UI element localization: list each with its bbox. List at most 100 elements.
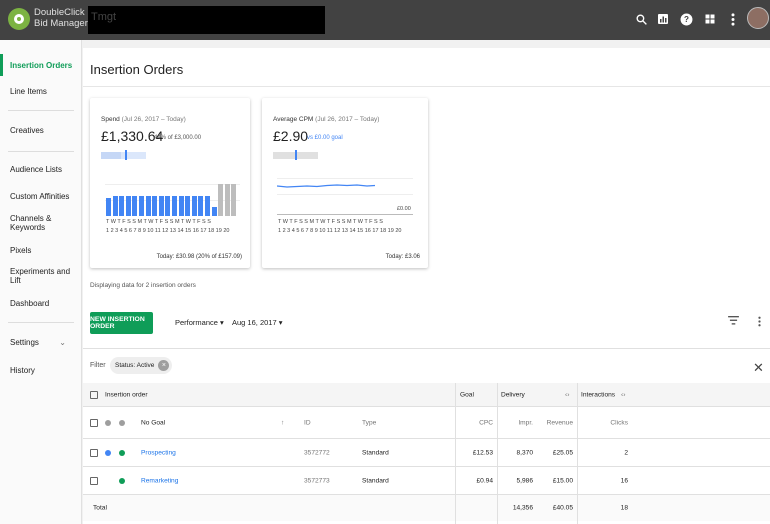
select-all-checkbox[interactable] — [90, 390, 98, 399]
help-icon[interactable]: ? — [677, 10, 695, 28]
search-icon[interactable] — [632, 10, 650, 28]
main-content: Insertion Orders Spend (Jul 26, 2017 – T… — [83, 48, 770, 524]
more-vert-icon[interactable] — [758, 316, 761, 330]
app-logo-icon[interactable] — [8, 8, 30, 30]
apps-icon[interactable] — [701, 10, 719, 28]
table-total-row: Total 14,356 £40.05 18 — [83, 495, 770, 521]
chart-grid-line — [277, 178, 413, 179]
table-group-header: Insertion order Goal Delivery ‹› Interac… — [83, 383, 770, 407]
sidebar-item-pixels[interactable]: Pixels — [0, 239, 82, 261]
column-name[interactable]: No Goal — [141, 419, 165, 426]
spend-bar — [178, 196, 184, 216]
cpm-trend-line — [277, 184, 376, 188]
column-separator — [455, 383, 456, 524]
spend-today: Today: £30.98 (20% of £157.09) — [156, 254, 242, 260]
table-row[interactable]: Prospecting 3572772 Standard £12.53 8,37… — [83, 439, 770, 467]
close-icon[interactable]: × — [158, 360, 170, 371]
avatar[interactable] — [747, 7, 769, 29]
sidebar-item-custom-affinities[interactable]: Custom Affinities — [0, 185, 82, 207]
sidebar-item-history[interactable]: History — [0, 359, 82, 381]
expand-interactions-icon[interactable]: ‹› — [621, 391, 625, 398]
dropdown-arrow-icon: ▾ — [220, 318, 224, 327]
sidebar-item-insertion-orders[interactable]: Insertion Orders — [0, 54, 82, 76]
more-vert-icon[interactable] — [724, 10, 742, 28]
date-select[interactable]: Aug 16, 2017 ▾ — [232, 318, 282, 327]
expand-delivery-icon[interactable]: ‹› — [565, 391, 569, 398]
spend-bar — [191, 196, 197, 216]
spend-bar — [198, 196, 204, 216]
spend-bar — [139, 196, 144, 216]
chart-baseline — [277, 214, 413, 215]
svg-text:?: ? — [684, 15, 689, 24]
row-checkbox[interactable] — [90, 476, 98, 485]
sidebar-divider — [8, 110, 74, 111]
row-impr: 5,986 — [516, 477, 533, 484]
column-type[interactable]: Type — [362, 419, 376, 426]
sidebar-item-settings[interactable]: Settings ⌄ — [0, 331, 82, 353]
column-id[interactable]: ID — [304, 419, 311, 426]
column-revenue[interactable]: Revenue — [547, 419, 573, 426]
header-checkbox[interactable] — [90, 418, 98, 427]
total-clicks: 18 — [620, 504, 628, 512]
chart-grid-line — [277, 194, 413, 195]
spend-bar — [125, 196, 131, 216]
row-clicks: 2 — [624, 449, 628, 456]
status-dot-icon — [119, 419, 125, 426]
group-header-insertion-order: Insertion order — [105, 391, 148, 398]
filter-list-icon[interactable] — [728, 316, 739, 328]
spend-bar — [172, 196, 177, 216]
filter-label: Filter — [90, 362, 106, 369]
cpm-date-labels: 1 2 3 4 5 6 7 8 9 10 11 12 13 14 15 16 1… — [278, 228, 402, 234]
cpm-day-labels: T W T F S S M T W T F S S M T W T F S S — [278, 219, 383, 225]
group-header-goal: Goal — [460, 391, 474, 398]
row-checkbox[interactable] — [90, 448, 98, 457]
spend-bar — [152, 196, 158, 216]
data-caption: Displaying data for 2 insertion orders — [90, 282, 196, 289]
table-row[interactable]: Remarketing 3572773 Standard £0.94 5,986… — [83, 467, 770, 495]
sidebar: Insertion Orders Line Items Creatives Au… — [0, 40, 82, 524]
spend-bar — [132, 196, 138, 216]
spend-bar — [112, 196, 118, 216]
column-clicks[interactable]: Clicks — [610, 419, 628, 426]
spend-bar — [158, 196, 164, 216]
page-title: Insertion Orders — [90, 62, 184, 77]
top-bar: DoubleClick Bid Manager Tmgt ? — [0, 0, 770, 40]
column-cpc[interactable]: CPC — [479, 419, 493, 426]
reports-icon[interactable] — [654, 10, 672, 28]
row-clicks: 16 — [620, 477, 628, 484]
redacted-breadcrumb — [88, 6, 325, 34]
status-filter-chip[interactable]: Status: Active × — [110, 357, 173, 374]
spend-label: Spend (Jul 26, 2017 – Today) — [101, 116, 186, 123]
insertion-order-link[interactable]: Prospecting — [141, 449, 176, 456]
cpm-card[interactable]: Average CPM (Jul 26, 2017 – Today) £2.90… — [262, 98, 428, 268]
cpm-axis-value: £0.00 — [397, 206, 411, 212]
column-separator — [577, 383, 578, 524]
sidebar-item-dashboard[interactable]: Dashboard — [0, 292, 82, 314]
breadcrumb[interactable]: Tmgt — [91, 11, 116, 23]
spend-day-labels: T W T F S S M T W T F S S M T W T F S S — [106, 219, 211, 225]
spend-bar — [218, 184, 224, 216]
sidebar-item-creatives[interactable]: Creatives — [0, 119, 82, 141]
close-icon[interactable]: ✕ — [753, 360, 764, 376]
spend-card[interactable]: Spend (Jul 26, 2017 – Today) £1,330.64 4… — [90, 98, 250, 268]
spend-bar — [185, 196, 191, 216]
sidebar-item-experiments-lift[interactable]: Experiments and Lift — [0, 265, 82, 287]
status-dot-icon — [105, 419, 111, 426]
row-id: 3572773 — [304, 477, 330, 484]
row-revenue: £25.05 — [552, 449, 573, 456]
sort-arrow-icon[interactable]: ↑ — [281, 419, 284, 426]
column-impr[interactable]: Impr. — [518, 419, 533, 426]
sidebar-item-line-items[interactable]: Line Items — [0, 80, 82, 102]
cpm-goal-text[interactable]: vs £0.00 goal — [307, 135, 343, 141]
performance-select[interactable]: Performance ▾ — [175, 318, 224, 327]
new-insertion-order-button[interactable]: NEW INSERTION ORDER — [90, 312, 153, 334]
spend-bar — [145, 196, 151, 216]
spend-bar — [119, 196, 125, 216]
spend-bar — [224, 184, 230, 216]
row-id: 3572772 — [304, 449, 330, 456]
sidebar-item-channels-keywords[interactable]: Channels & Keywords — [0, 212, 82, 234]
sidebar-item-audience-lists[interactable]: Audience Lists — [0, 158, 82, 180]
insertion-order-link[interactable]: Remarketing — [141, 477, 178, 484]
spend-bar — [211, 207, 217, 216]
row-type: Standard — [362, 477, 389, 484]
